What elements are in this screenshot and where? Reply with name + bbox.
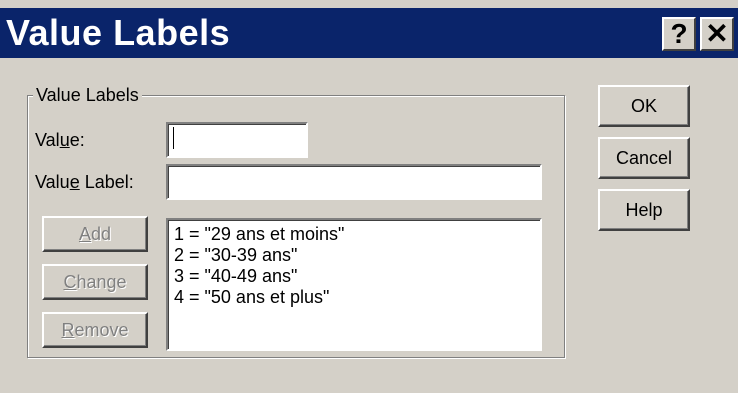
close-icon: ✕ [705,18,729,49]
value-label-label-post: Label: [79,172,134,192]
remove-button-label: emove [74,319,129,340]
list-item[interactable]: 3 = "40-49 ans" [174,266,534,287]
help-caption-button[interactable]: ? [662,17,696,51]
add-button-label: dd [90,223,112,244]
add-button-accesskey: A [78,223,91,244]
value-labels-listbox[interactable]: 1 = "29 ans et moins" 2 = "30-39 ans" 3 … [166,218,542,351]
list-item[interactable]: 1 = "29 ans et moins" [174,224,534,245]
value-labels-dialog: Value Labels ? ✕ Value Labels Value: Val… [0,0,738,393]
value-label-text-post: e: [69,130,85,150]
value-label-input[interactable] [166,164,542,200]
cancel-button[interactable]: Cancel [598,137,690,179]
list-item[interactable]: 2 = "30-39 ans" [174,245,534,266]
text-caret [173,127,174,149]
question-mark-icon: ? [670,18,688,49]
remove-button-accesskey: R [61,319,75,340]
value-label-field-label: Value Label: [35,171,134,193]
change-button[interactable]: Change [42,264,148,300]
change-button-label: hange [76,271,127,292]
value-label-label-accesskey: e [69,172,80,192]
ok-button[interactable]: OK [598,85,690,127]
value-input[interactable] [166,122,308,158]
add-button[interactable]: Add [42,216,148,252]
value-label-accesskey: u [59,130,70,150]
help-button[interactable]: Help [598,189,690,231]
close-button[interactable]: ✕ [700,17,734,51]
group-legend: Value Labels [33,84,142,106]
list-item[interactable]: 4 = "50 ans et plus" [174,287,534,308]
value-field-label: Value: [35,129,85,151]
change-button-accesskey: C [63,271,77,292]
value-label-label-pre: Valu [35,172,70,192]
remove-button[interactable]: Remove [42,312,148,348]
window-title: Value Labels [6,12,231,53]
value-label-text-pre: Val [35,130,60,150]
title-bar[interactable]: Value Labels ? ✕ [0,8,738,58]
